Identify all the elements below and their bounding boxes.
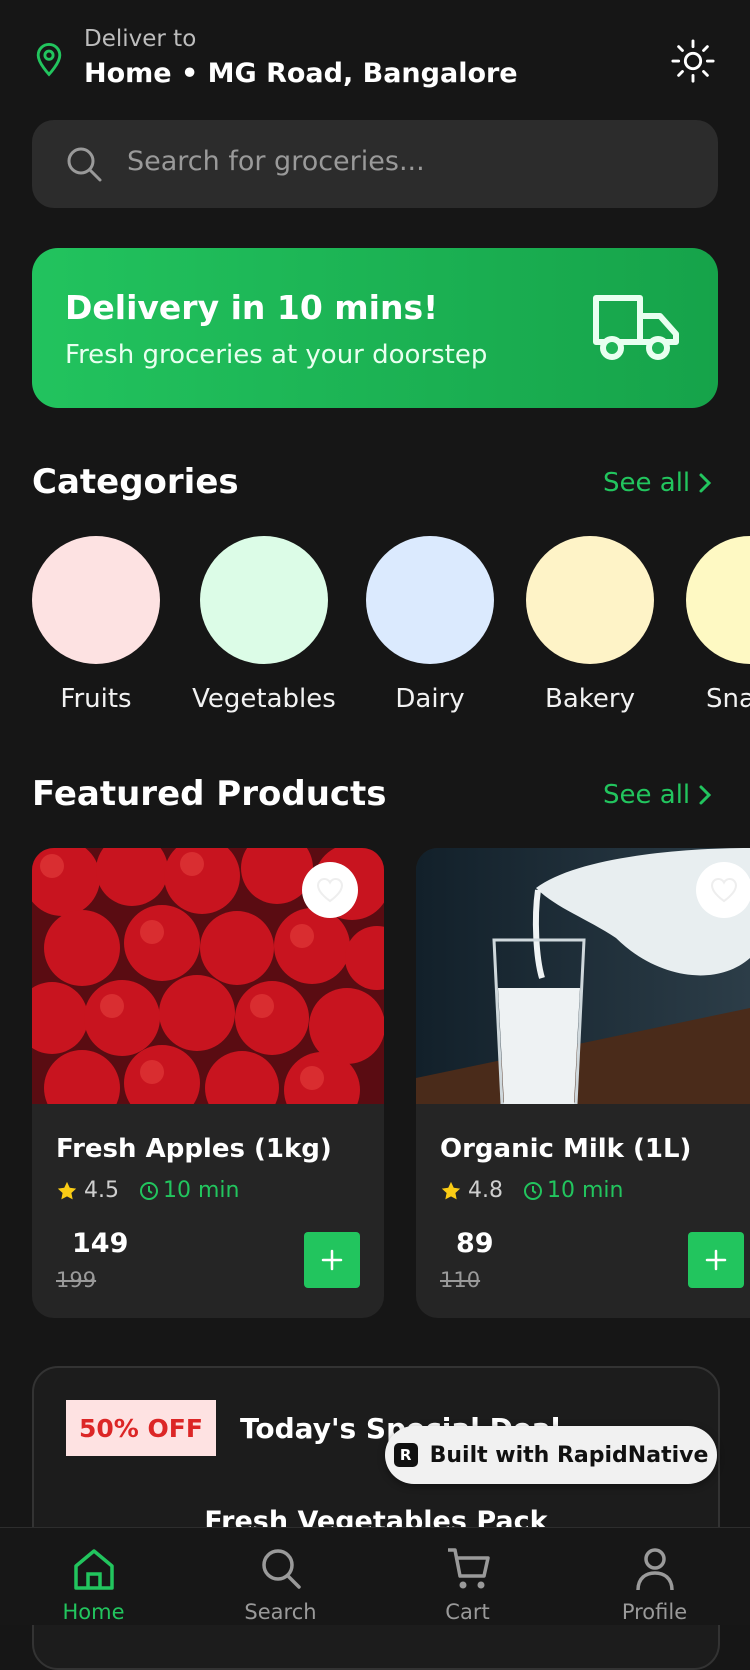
category-dairy[interactable] (366, 536, 494, 664)
favorite-button[interactable] (696, 862, 750, 918)
product-old-price: 110 (440, 1268, 481, 1292)
banner-title: Delivery in 10 mins! (65, 288, 439, 327)
category-label: Vegetables (192, 684, 336, 714)
star-icon (57, 1181, 77, 1199)
featured-see-all-link[interactable]: See all (603, 780, 712, 810)
see-all-label: See all (603, 780, 691, 810)
product-name: Fresh Apples (1kg) (56, 1134, 332, 1164)
chevron-right-icon (699, 785, 712, 805)
location-pin-icon (36, 42, 62, 77)
delivery-time-label: 10 min (163, 1178, 240, 1203)
clock-icon (140, 1181, 158, 1200)
category-label: Fruits (60, 684, 132, 714)
favorite-button[interactable] (302, 862, 358, 918)
truck-icon (593, 295, 679, 360)
clock-icon (524, 1181, 542, 1200)
plus-icon (321, 1249, 343, 1271)
star-icon (441, 1181, 461, 1199)
add-to-cart-button[interactable] (688, 1232, 744, 1288)
tab-label: Cart (445, 1600, 490, 1624)
tab-home[interactable]: Home (0, 1528, 187, 1625)
delivery-time: 10 min (139, 1178, 239, 1203)
product-meta: 4.5 10 min (56, 1178, 239, 1203)
product-price: 89 (456, 1228, 494, 1259)
search-input[interactable]: Search for groceries... (127, 146, 425, 177)
tab-label: Profile (621, 1600, 688, 1624)
heart-icon (316, 877, 344, 903)
chevron-right-icon (699, 473, 712, 493)
categories-title: Categories (32, 462, 239, 502)
product-rating: 4.5 (84, 1178, 119, 1203)
category-fruits[interactable] (32, 536, 160, 664)
rapidnative-logo-icon: R (393, 1443, 418, 1467)
product-price: 149 (72, 1228, 129, 1259)
product-rating: 4.8 (468, 1178, 503, 1203)
home-icon (74, 1549, 114, 1590)
tab-cart[interactable]: Cart (374, 1528, 561, 1625)
category-label: Bakery (545, 684, 635, 714)
delivery-banner[interactable]: Delivery in 10 mins! Fresh groceries at … (32, 248, 718, 408)
add-to-cart-button[interactable] (304, 1232, 360, 1288)
tab-label: Home (62, 1600, 125, 1624)
product-meta: 4.8 10 min (440, 1178, 623, 1203)
category-label: Sna (706, 684, 750, 714)
heart-icon (710, 877, 738, 903)
bottom-tab-bar: Home Search Cart Profile (0, 1527, 750, 1625)
search-icon (67, 147, 102, 182)
built-with-label: Built with RapidNative (429, 1442, 709, 1468)
category-bakery[interactable] (526, 536, 654, 664)
product-old-price: 199 (56, 1268, 97, 1292)
user-icon (636, 1548, 674, 1591)
search-bar[interactable]: Search for groceries... (32, 120, 718, 208)
category-snacks[interactable] (686, 536, 750, 664)
tab-search[interactable]: Search (187, 1528, 374, 1625)
built-with-badge[interactable]: R Built with RapidNative (385, 1426, 717, 1484)
product-card[interactable]: Organic Milk (1L) 4.8 10 min 89 110 (416, 848, 750, 1318)
category-label: Dairy (395, 684, 465, 714)
featured-title: Featured Products (32, 774, 387, 814)
delivery-address[interactable]: Home • MG Road, Bangalore (84, 58, 518, 89)
search-icon (262, 1549, 301, 1589)
delivery-time: 10 min (523, 1178, 623, 1203)
category-vegetables[interactable] (200, 536, 328, 664)
discount-badge: 50% OFF (66, 1400, 216, 1456)
tab-label: Search (244, 1600, 317, 1624)
product-name: Organic Milk (1L) (440, 1134, 692, 1164)
sun-icon[interactable] (670, 38, 716, 84)
delivery-time-label: 10 min (547, 1178, 624, 1203)
cart-icon (448, 1548, 490, 1589)
see-all-label: See all (603, 468, 691, 498)
deliver-to-label: Deliver to (84, 26, 197, 52)
tab-profile[interactable]: Profile (561, 1528, 748, 1625)
banner-subtitle: Fresh groceries at your doorstep (65, 340, 488, 370)
categories-see-all-link[interactable]: See all (603, 468, 712, 498)
plus-icon (705, 1249, 727, 1271)
product-card[interactable]: Fresh Apples (1kg) 4.5 10 min 149 199 (32, 848, 384, 1318)
